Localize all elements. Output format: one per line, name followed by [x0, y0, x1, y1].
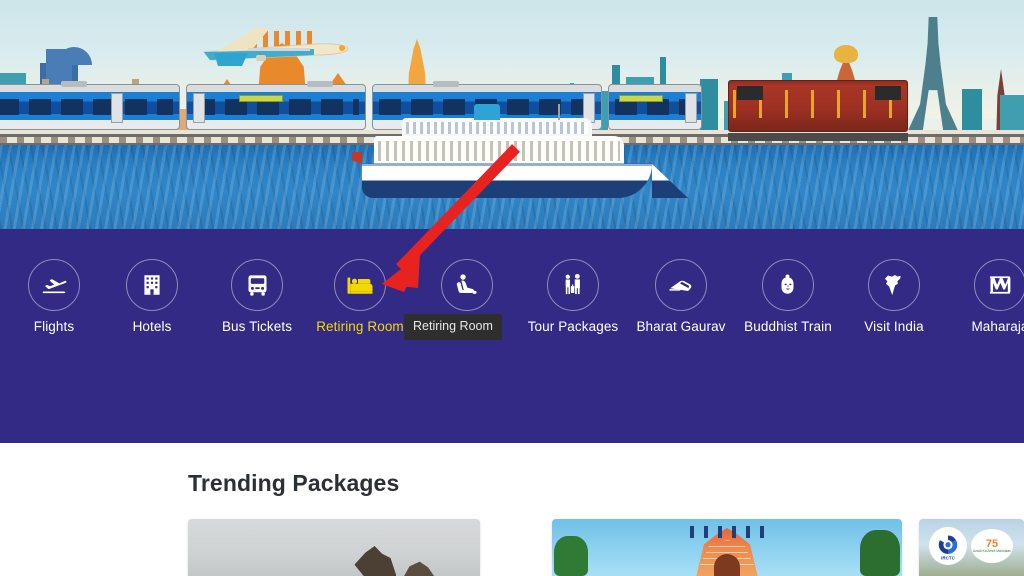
nav-label: Bharat Gaurav [636, 319, 726, 334]
nav-icon-circle [126, 259, 178, 311]
lounge-chair-icon [456, 274, 477, 294]
nav-item-maharaja[interactable]: Maharaja [947, 259, 1024, 334]
tree-icon [860, 530, 900, 576]
package-card-irctc[interactable]: IRCTC 75 Azadi Ka Amrit Mahotsav [919, 519, 1024, 576]
nav-item-tour-packages[interactable]: Tour Packages [520, 259, 626, 334]
train-front-icon [669, 280, 692, 291]
gopuram-finials [690, 526, 764, 538]
nav-item-hotels[interactable]: Hotels [99, 259, 205, 334]
nav-icon-circle [762, 259, 814, 311]
bus-icon [248, 274, 266, 296]
nav-label: Flights [33, 319, 75, 334]
nav-icon-circle [28, 259, 80, 311]
primary-nav-bar: Flights Hotels Bus Tickets Retiring Room… [0, 229, 1024, 576]
azadi-ka-amrit-mahotsav-badge: 75 Azadi Ka Amrit Mahotsav [971, 529, 1013, 563]
package-card-temple[interactable] [552, 519, 902, 576]
airplane-icon [42, 279, 67, 294]
nav-icon-circle [655, 259, 707, 311]
skyline-building [962, 89, 982, 135]
nav-item-flights[interactable]: Flights [1, 259, 107, 334]
irctc-logo-text: IRCTC [941, 555, 955, 560]
nav-label: Tour Packages [527, 319, 619, 334]
hero-banner [0, 0, 1024, 229]
locomotive-wheels [728, 133, 908, 141]
tree-icon [554, 536, 588, 576]
tourists-icon [565, 273, 580, 295]
badge-text: Azadi Ka Amrit Mahotsav [973, 548, 1011, 553]
rock-formation [404, 561, 435, 576]
nav-item-lounge[interactable] [414, 259, 520, 319]
temple-gate [714, 554, 740, 576]
maharaja-m-icon [989, 276, 1011, 294]
nav-icon-circle [974, 259, 1024, 311]
irctc-emblem-icon: IRCTC [936, 533, 960, 560]
bed-icon [347, 277, 373, 294]
nav-icon-circle [231, 259, 283, 311]
nav-items-row: Flights Hotels Bus Tickets Retiring Room… [0, 229, 1024, 347]
page-root: Flights Hotels Bus Tickets Retiring Room… [0, 0, 1024, 576]
retiring-room-tooltip: Retiring Room [404, 314, 502, 340]
blue-train-coach [186, 81, 366, 130]
india-map-icon [884, 275, 901, 296]
skyline-cathedral-dome [834, 45, 858, 63]
nav-item-bus-tickets[interactable]: Bus Tickets [204, 259, 310, 334]
nav-label: Maharaja [971, 319, 1024, 334]
nav-icon-circle [441, 259, 493, 311]
nav-item-visit-india[interactable]: Visit India [841, 259, 947, 334]
blue-train-coach [0, 81, 180, 130]
hotel-building-icon [144, 275, 160, 295]
nav-label: Buddhist Train [744, 319, 832, 334]
nav-label: Retiring Room [316, 319, 404, 334]
skyline-building [1000, 95, 1024, 135]
nav-item-bharat-gaurav[interactable]: Bharat Gaurav [628, 259, 734, 334]
page-title: Trending Packages [188, 470, 400, 496]
irctc-image: IRCTC 75 Azadi Ka Amrit Mahotsav [919, 519, 1024, 576]
skyline-building [700, 79, 718, 135]
nav-icon-circle [868, 259, 920, 311]
trending-packages-list: IRCTC 75 Azadi Ka Amrit Mahotsav [0, 519, 1024, 576]
buddha-head-icon [781, 274, 794, 294]
nav-icon-circle [334, 259, 386, 311]
airplane-icon [203, 28, 349, 66]
cruise-ship-icon [352, 104, 688, 198]
red-locomotive [728, 80, 908, 132]
nav-icon-circle [547, 259, 599, 311]
rock-formation [354, 546, 397, 576]
badge-year: 75 [985, 537, 999, 550]
nav-item-buddhist-train[interactable]: Buddhist Train [735, 259, 841, 334]
package-card-fort[interactable] [188, 519, 480, 576]
temple-image [552, 519, 902, 576]
main-content: Trending Packages IRCTC 75 Azadi Ka Amri… [0, 443, 1024, 576]
irctc-logo-icon: IRCTC [929, 527, 967, 565]
nav-label: Hotels [132, 319, 172, 334]
nav-label: Visit India [864, 319, 924, 334]
fort-image [188, 519, 480, 576]
nav-label: Bus Tickets [221, 319, 293, 334]
nav-item-retiring-room[interactable]: Retiring Room [307, 259, 413, 334]
